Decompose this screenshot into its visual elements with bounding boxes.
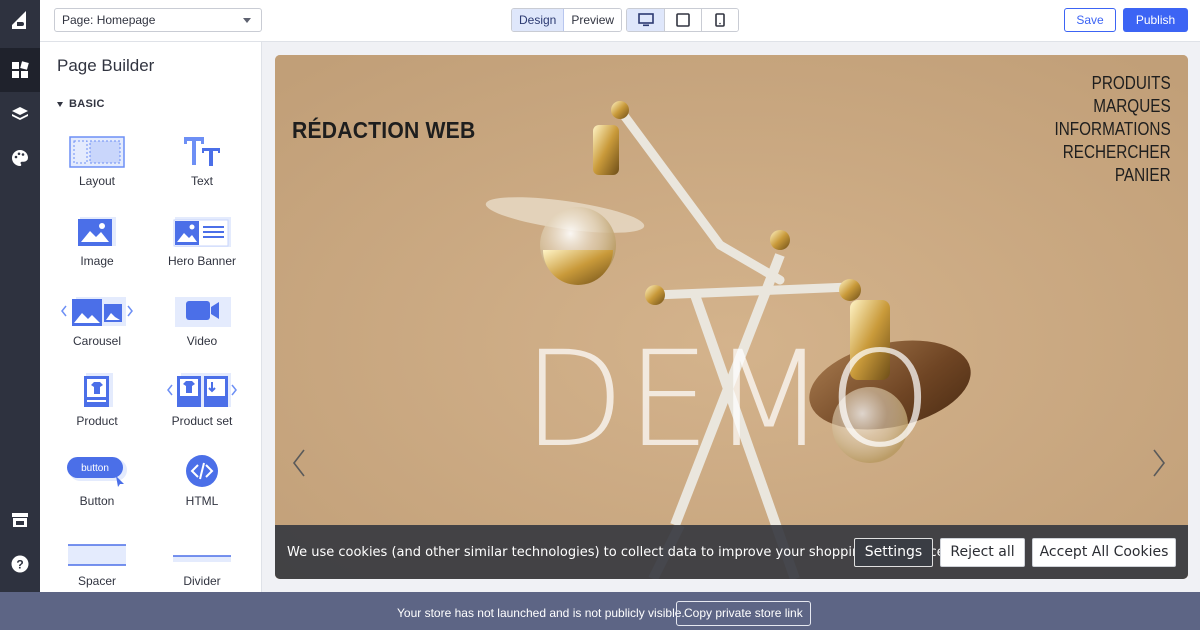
palette-icon	[12, 150, 28, 166]
layers-icon	[12, 107, 28, 120]
button-icon: button	[67, 457, 127, 487]
hero-banner-icon	[173, 217, 231, 247]
caret-down-icon	[57, 101, 63, 107]
product-icon	[84, 373, 113, 407]
spacer-icon	[68, 544, 126, 566]
html-icon	[186, 455, 218, 487]
store-status-message: Your store has not launched and is not p…	[397, 606, 685, 620]
bigcommerce-logo[interactable]	[8, 9, 30, 31]
widget-label: Video	[186, 334, 218, 348]
rail-storefront-button[interactable]	[0, 498, 40, 542]
widget-label: Button	[79, 494, 115, 508]
widgets-icon	[12, 61, 29, 78]
widget-button[interactable]: button Button	[47, 444, 147, 514]
widget-label: Image	[80, 254, 114, 268]
help-icon: ?	[11, 555, 29, 573]
widget-label: Text	[190, 174, 213, 188]
widget-label: HTML	[185, 494, 219, 508]
cookie-accept-button[interactable]: Accept All Cookies	[1032, 538, 1176, 567]
store-nav-item[interactable]: RECHERCHER	[1055, 141, 1171, 164]
widget-label: Layout	[78, 174, 116, 188]
product-set-icon	[167, 373, 237, 407]
button-icon-text: button	[81, 463, 109, 474]
widget-image[interactable]: Image	[47, 204, 147, 274]
rail-theme-button[interactable]	[0, 136, 40, 180]
widget-text[interactable]: Text	[152, 124, 252, 194]
page-select-value: Page: Homepage	[62, 13, 156, 27]
page-builder-panel: Page Builder BASIC Layout Text Image Her…	[40, 42, 262, 592]
mode-toggle: Design Preview	[511, 8, 623, 32]
text-icon	[184, 137, 220, 166]
store-nav-item[interactable]: PRODUITS	[1055, 72, 1171, 95]
rail-help-button[interactable]: ?	[0, 542, 40, 586]
publish-button[interactable]: Publish	[1123, 8, 1188, 32]
store-nav: PRODUITS MARQUES INFORMATIONS RECHERCHER…	[1034, 72, 1171, 187]
carousel-prev-icon[interactable]	[291, 448, 307, 478]
desktop-view-button[interactable]	[627, 9, 664, 31]
rail-layers-button[interactable]	[0, 92, 40, 136]
cookie-settings-button[interactable]: Settings	[854, 538, 933, 567]
demo-watermark: DEMO	[523, 323, 934, 477]
carousel-next-icon[interactable]	[1151, 448, 1167, 478]
widget-carousel[interactable]: Carousel	[47, 284, 147, 354]
widget-product[interactable]: Product	[47, 364, 147, 434]
rail-widgets-button[interactable]	[0, 48, 40, 92]
widget-spacer[interactable]: Spacer	[47, 524, 147, 594]
widget-label: Spacer	[77, 574, 117, 588]
store-status-bar: Your store has not launched and is not p…	[0, 592, 1200, 630]
store-brand-logo[interactable]: RÉDACTION WEB	[292, 117, 475, 144]
basic-section-toggle[interactable]: BASIC	[57, 98, 105, 110]
image-icon	[78, 217, 116, 246]
mobile-view-button[interactable]	[701, 9, 738, 31]
store-nav-item[interactable]: PANIER	[1055, 164, 1171, 187]
widget-label: Hero Banner	[167, 254, 237, 268]
design-mode-button[interactable]: Design	[512, 9, 565, 31]
cookie-message: We use cookies (and other similar techno…	[287, 545, 949, 560]
cookie-banner: We use cookies (and other similar techno…	[275, 525, 1188, 579]
store-nav-item[interactable]: INFORMATIONS	[1055, 118, 1171, 141]
device-toggle	[626, 8, 739, 32]
widget-label: Product	[76, 414, 118, 428]
top-toolbar: Page: Homepage Design Preview Save Publi…	[40, 0, 1200, 42]
page-canvas[interactable]: RÉDACTION WEB PRODUITS MARQUES INFORMATI…	[275, 55, 1188, 579]
copy-private-link-button[interactable]: Copy private store link	[676, 601, 811, 626]
layout-icon	[69, 136, 125, 168]
page-select[interactable]: Page: Homepage	[54, 8, 262, 32]
save-button[interactable]: Save	[1064, 8, 1116, 32]
divider-icon	[173, 555, 231, 562]
widget-product-set[interactable]: Product set	[152, 364, 252, 434]
widget-label: Divider	[183, 574, 221, 588]
widget-html[interactable]: HTML	[152, 444, 252, 514]
storefront-icon	[12, 513, 28, 527]
store-nav-item[interactable]: MARQUES	[1055, 95, 1171, 118]
left-rail: ?	[0, 0, 40, 592]
widget-layout[interactable]: Layout	[47, 124, 147, 194]
widget-label: Carousel	[72, 334, 122, 348]
tablet-view-button[interactable]	[664, 9, 701, 31]
svg-text:?: ?	[16, 558, 23, 572]
carousel-icon	[61, 297, 133, 326]
widget-video[interactable]: Video	[152, 284, 252, 354]
cookie-reject-button[interactable]: Reject all	[940, 538, 1025, 567]
mobile-icon	[715, 13, 725, 27]
video-icon	[175, 297, 231, 327]
preview-mode-button[interactable]: Preview	[564, 9, 622, 31]
widget-divider[interactable]: Divider	[152, 524, 252, 594]
panel-title: Page Builder	[57, 56, 155, 75]
desktop-icon	[637, 13, 654, 27]
tablet-icon	[676, 13, 690, 27]
widget-label: Product set	[171, 414, 233, 428]
widget-hero-banner[interactable]: Hero Banner	[152, 204, 252, 274]
section-label: BASIC	[69, 98, 105, 110]
chevron-down-icon	[243, 18, 251, 23]
